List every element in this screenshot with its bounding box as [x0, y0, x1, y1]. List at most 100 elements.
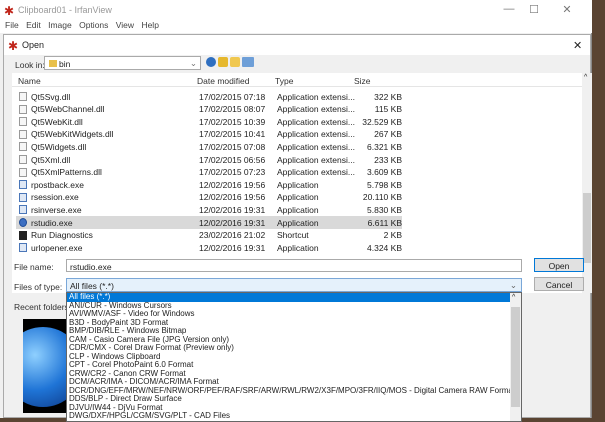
- file-type: Application: [277, 179, 319, 190]
- file-date: 17/02/2015 10:41: [199, 129, 266, 140]
- column-date-modified[interactable]: Date modified: [197, 76, 249, 86]
- file-name-label: File name:: [14, 262, 54, 272]
- lnk-file-icon: [19, 230, 27, 240]
- menu-edit[interactable]: Edit: [26, 20, 41, 30]
- scrollbar-thumb[interactable]: [511, 307, 520, 407]
- file-name: Qt5WebKitWidgets.dll: [31, 129, 114, 140]
- file-size: 20.110 KB: [362, 192, 402, 203]
- file-type: Application: [277, 204, 319, 215]
- maximize-button[interactable]: ☐: [522, 3, 546, 17]
- file-name: Qt5XmlPatterns.dll: [31, 167, 102, 178]
- menu-options[interactable]: Options: [79, 20, 108, 30]
- file-date: 17/02/2015 07:18: [199, 91, 266, 102]
- file-type: Shortcut: [277, 230, 309, 241]
- window-title: Clipboard01 - IrfanView: [18, 5, 112, 15]
- file-type: Application: [277, 192, 319, 203]
- file-size: 2 KB: [383, 230, 402, 241]
- scrollbar-thumb[interactable]: [583, 193, 591, 263]
- file-date: 17/02/2015 06:56: [199, 154, 266, 165]
- file-row[interactable]: Qt5WebChannel.dll 17/02/2015 08:07 Appli…: [16, 103, 402, 116]
- file-type: Application: [277, 242, 319, 253]
- file-type-options-list[interactable]: All files (*.*) ANI/CUR - Windows Cursors…: [66, 292, 522, 422]
- dll-file-icon: [19, 142, 27, 152]
- file-date: 17/02/2015 07:23: [199, 167, 266, 178]
- menu-image[interactable]: Image: [48, 20, 72, 30]
- file-row[interactable]: rstudio.exe 12/02/2016 19:31 Application…: [16, 216, 402, 229]
- file-row[interactable]: Run Diagnostics 23/02/2016 21:02 Shortcu…: [16, 229, 402, 242]
- file-size: 322 KB: [374, 91, 402, 102]
- menu-bar: File Edit Image Options View Help: [0, 20, 592, 33]
- file-name: Qt5Xml.dll: [31, 154, 71, 165]
- file-date: 12/02/2016 19:31: [199, 217, 266, 228]
- file-name: Run Diagnostics: [31, 230, 93, 241]
- open-dialog: ✱ Open ✕ Look in: bin ⌄ Name Date modifi…: [3, 34, 592, 422]
- file-size: 4.324 KB: [367, 242, 402, 253]
- file-row[interactable]: Qt5Svg.dll 17/02/2015 07:18 Application …: [16, 90, 402, 103]
- dll-file-icon: [19, 104, 27, 114]
- column-name[interactable]: Name: [18, 76, 41, 86]
- dll-file-icon: [19, 167, 27, 177]
- exe-file-icon: [19, 192, 27, 202]
- file-date: 12/02/2016 19:31: [199, 204, 266, 215]
- up-folder-icon[interactable]: [218, 57, 228, 67]
- file-date: 17/02/2015 10:39: [199, 116, 266, 127]
- scroll-up-icon[interactable]: ^: [584, 74, 587, 81]
- file-size: 32.529 KB: [362, 116, 402, 127]
- file-name: Qt5Svg.dll: [31, 91, 71, 102]
- irfanview-logo-icon: ✱: [4, 4, 15, 18]
- file-date: 17/02/2015 08:07: [199, 104, 266, 115]
- file-type: Application extensi...: [277, 104, 355, 115]
- menu-file[interactable]: File: [5, 20, 19, 30]
- file-row[interactable]: urlopener.exe 12/02/2016 19:31 Applicati…: [16, 241, 402, 254]
- column-type[interactable]: Type: [275, 76, 293, 86]
- file-name: Qt5WebKit.dll: [31, 116, 83, 127]
- file-row[interactable]: Qt5Widgets.dll 17/02/2015 07:08 Applicat…: [16, 140, 402, 153]
- column-size[interactable]: Size: [354, 76, 371, 86]
- file-name: Qt5WebChannel.dll: [31, 104, 105, 115]
- look-in-dropdown[interactable]: bin ⌄: [44, 56, 201, 70]
- dll-file-icon: [19, 155, 27, 164]
- dll-file-icon: [19, 92, 27, 101]
- dll-file-icon: [19, 129, 27, 139]
- file-row[interactable]: rsession.exe 12/02/2016 19:56 Applicatio…: [16, 191, 402, 204]
- new-folder-icon[interactable]: [230, 57, 240, 67]
- file-row[interactable]: Qt5WebKitWidgets.dll 17/02/2015 10:41 Ap…: [16, 128, 402, 141]
- file-size: 3.609 KB: [367, 167, 402, 178]
- view-menu-icon[interactable]: [242, 57, 254, 67]
- files-of-type-dropdown[interactable]: All files (*.*) ⌄: [66, 278, 522, 292]
- file-name: Qt5Widgets.dll: [31, 141, 87, 152]
- file-size: 5.830 KB: [367, 204, 402, 215]
- file-row[interactable]: rpostback.exe 12/02/2016 19:56 Applicati…: [16, 178, 402, 191]
- file-name-input[interactable]: rstudio.exe: [66, 259, 522, 272]
- options-scrollbar[interactable]: ^: [510, 293, 521, 421]
- files-of-type-value: All files (*.*): [70, 281, 114, 291]
- file-row[interactable]: rsinverse.exe 12/02/2016 19:31 Applicati…: [16, 203, 402, 216]
- file-name: rsinverse.exe: [31, 204, 82, 215]
- exe-file-icon: [19, 243, 27, 253]
- minimize-button[interactable]: —: [497, 3, 521, 17]
- menu-help[interactable]: Help: [141, 20, 158, 30]
- image-preview: [23, 319, 66, 413]
- file-type-option[interactable]: DWG/DXF/HPGL/CGM/SVG/PLT - CAD Files: [67, 411, 521, 421]
- menu-view[interactable]: View: [116, 20, 134, 30]
- open-button[interactable]: Open: [534, 258, 584, 272]
- dialog-title-bar: ✱ Open ✕: [4, 35, 590, 55]
- dll-file-icon: [19, 117, 27, 127]
- file-type: Application extensi...: [277, 116, 355, 127]
- file-row[interactable]: Qt5XmlPatterns.dll 17/02/2015 07:23 Appl…: [16, 166, 402, 179]
- close-button[interactable]: ✕: [555, 3, 579, 17]
- file-row[interactable]: Qt5WebKit.dll 17/02/2015 10:39 Applicati…: [16, 115, 402, 128]
- file-type: Application extensi...: [277, 129, 355, 140]
- file-size: 267 KB: [374, 129, 402, 140]
- file-type: Application extensi...: [277, 141, 355, 152]
- preview-orb-image: [23, 327, 66, 407]
- back-icon[interactable]: [206, 57, 216, 67]
- dialog-close-button[interactable]: ✕: [573, 39, 582, 52]
- cancel-button[interactable]: Cancel: [534, 277, 584, 291]
- file-date: 12/02/2016 19:56: [199, 179, 266, 190]
- file-name: rstudio.exe: [31, 217, 73, 228]
- file-size: 6.611 KB: [367, 217, 402, 228]
- scroll-up-icon[interactable]: ^: [512, 294, 515, 301]
- file-row[interactable]: Qt5Xml.dll 17/02/2015 06:56 Application …: [16, 153, 402, 166]
- file-name: rpostback.exe: [31, 179, 84, 190]
